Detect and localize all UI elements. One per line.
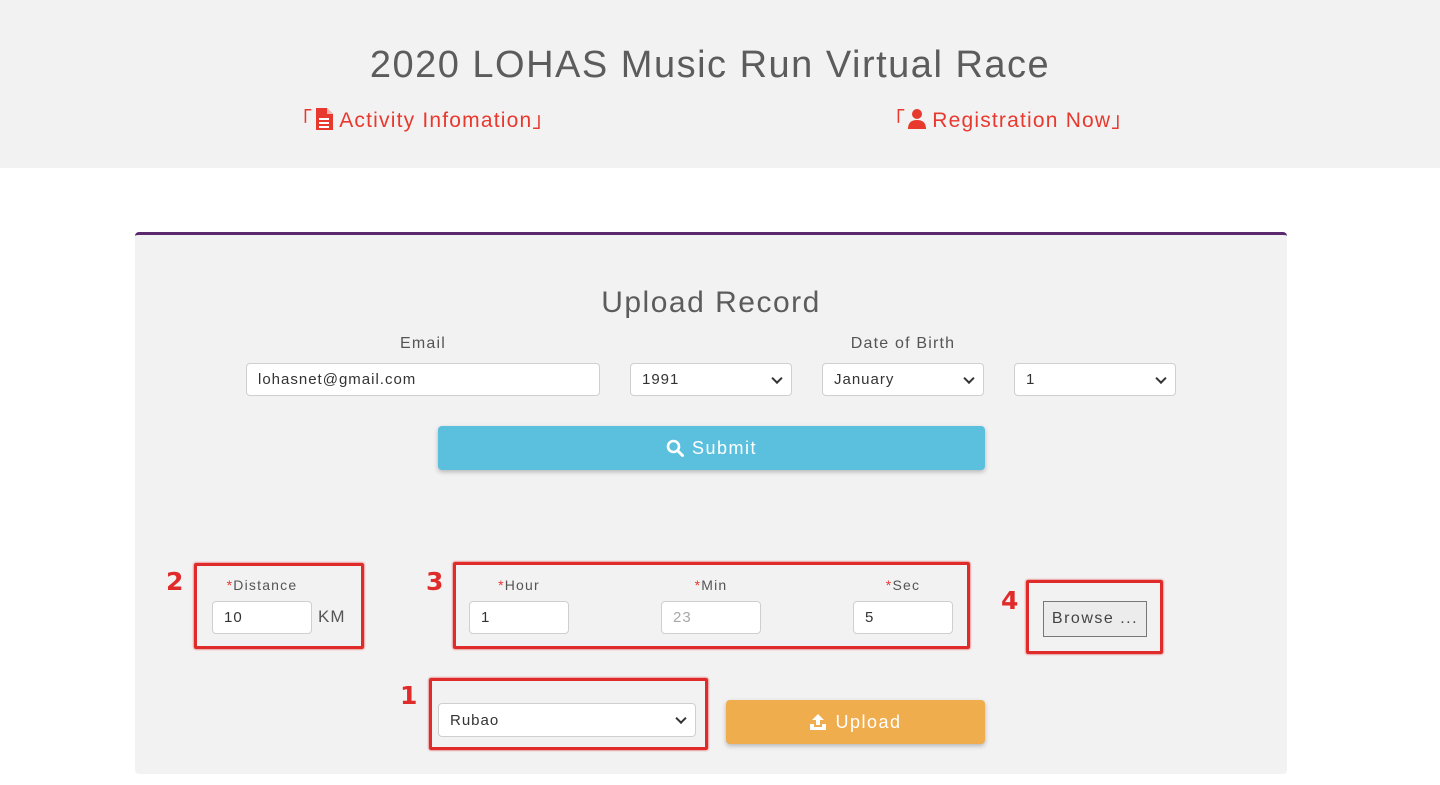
email-label: Email <box>399 335 446 352</box>
site-title: 2020 LOHAS Music Run Virtual Race <box>369 44 1051 86</box>
upload-button[interactable]: Upload <box>726 700 985 744</box>
dob-day-select[interactable]: 1 <box>1014 363 1176 396</box>
annotation-box-browse <box>1026 580 1163 654</box>
activity-info-link[interactable]: 「 Activity Infomation」 <box>291 104 555 134</box>
site-header: 2020 LOHAS Music Run Virtual Race 「 Acti… <box>0 0 1440 168</box>
annotation-box-location <box>429 678 708 750</box>
annotation-box-distance <box>194 563 364 649</box>
upload-record-panel: Upload Record Email lohasnet@gmail.com D… <box>135 232 1287 774</box>
annotation-number-3: 3 <box>426 567 444 596</box>
submit-label: Submit <box>691 437 758 458</box>
annotation-number-2: 2 <box>166 567 184 596</box>
annotation-number-1: 1 <box>400 681 418 710</box>
annotation-box-time <box>453 562 970 649</box>
dob-label: Date of Birth <box>850 335 956 352</box>
register-link-bracket-open: 「 <box>884 109 907 132</box>
annotation-number-4: 4 <box>1001 586 1019 615</box>
user-icon <box>908 109 927 129</box>
panel-title: Upload Record <box>601 286 821 319</box>
upload-icon <box>809 713 827 731</box>
upload-label: Upload <box>835 711 902 732</box>
activity-link-label: Activity Infomation」 <box>339 109 555 132</box>
dob-year-select[interactable]: 1991 <box>630 363 792 396</box>
search-icon <box>666 439 684 457</box>
registration-now-link[interactable]: 「 Registration Now」 <box>884 104 1134 134</box>
register-link-label: Registration Now」 <box>932 109 1134 132</box>
dob-month-select[interactable]: January <box>822 363 984 396</box>
activity-link-bracket-open: 「 <box>291 109 314 132</box>
email-input[interactable]: lohasnet@gmail.com <box>246 363 600 396</box>
file-text-icon <box>315 108 334 130</box>
submit-button[interactable]: Submit <box>438 426 985 470</box>
